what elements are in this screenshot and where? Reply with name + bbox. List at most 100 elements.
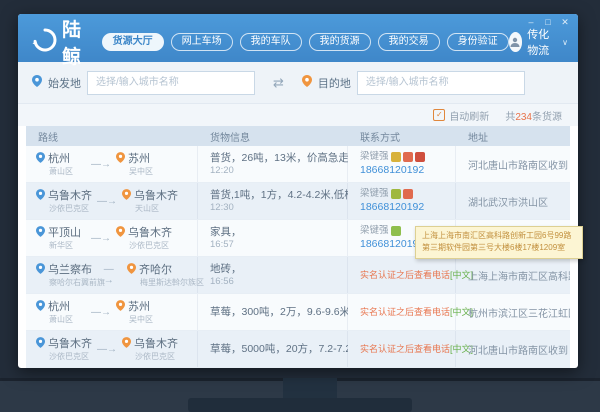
maximize-button[interactable]: □ [541,16,555,29]
destination-place: 齐哈尔梅里斯达斡尔族区 [127,263,197,287]
nav-tab-1[interactable]: 网上车场 [171,33,233,51]
nav-tab-3[interactable]: 我的货源 [309,33,371,51]
destination-city: 乌鲁木齐 [122,189,178,204]
route-cell: 平顶山新华区—→乌鲁木齐沙依巴克区 [26,220,198,256]
cargo-description: 普货，26吨，13米，价高急走， [210,151,348,165]
auth-message: 实名认证之后查看电话 [360,270,450,280]
destination-city-name: 乌鲁木齐 [128,227,172,240]
table-header: 路线 货物信息 联系方式 地址 [26,126,570,146]
table-row[interactable]: 杭州萧山区—→苏州吴中区普货，26吨，13米，价高急走，12:20梁键强1866… [26,146,570,183]
contact-phone[interactable]: 18668120192 [360,200,424,214]
origin-label: 始发地 [48,75,81,91]
route-arrow-icon: —→ [91,159,111,170]
origin-city-name: 杭州 [48,153,70,166]
contact-name: 梁键强 [360,225,401,238]
minimize-button[interactable]: – [524,16,538,29]
origin-district: 察哈尔右翼前旗 [49,278,99,287]
cargo-cell: 普货，26吨，13米，价高急走，12:20 [198,146,348,182]
contact-cell: 实名认证之后查看电话[中文] [348,257,456,293]
origin-district: 新华区 [49,241,86,250]
destination-city: 乌鲁木齐 [116,226,172,241]
table-row[interactable]: 乌鲁木齐沙依巴克区 —→ 乌鲁木齐沙依巴克区 草莓，5000吨，20方，7.2-7.2… [26,331,570,368]
route-arrow-icon: —→ [104,264,122,286]
origin-pin-icon [36,337,45,352]
nav-tab-2[interactable]: 我的车队 [240,33,302,51]
total-count-number: 234 [515,112,532,123]
origin-city-name: 乌兰察布 [48,264,92,277]
table-row[interactable]: 杭州萧山区—→苏州吴中区草莓，300吨，2万，9.6-9.6米，厢车实名认证之后… [26,294,570,331]
cargo-time: 16:57 [210,239,234,252]
auth-message: 实名认证之后查看电话 [360,307,450,317]
cargo-description: 普货,1吨，1方，4.2-4.2米,低栏挂车， [210,188,348,202]
origin-place: 乌鲁木齐沙依巴克区 [36,337,92,361]
destination-city-name: 乌鲁木齐 [134,190,178,203]
cargo-cell: 家具，16:57 [198,220,348,256]
nav-tab-0[interactable]: 货源大厅 [102,33,164,51]
address-cell: 上海上海市南汇区高科路锦科... [456,268,570,283]
monitor-stand-base [188,398,412,412]
route-cell: 杭州萧山区—→苏州吴中区 [26,146,198,182]
cargo-cell: 草莓，300吨，2万，9.6-9.6米，厢车 [198,294,348,330]
address-cell: 河北唐山市路南区收到 [456,342,570,357]
contact-name-text: 梁键强 [360,188,389,201]
origin-city: 乌鲁木齐 [36,337,92,352]
destination-district: 天山区 [135,204,178,213]
certification-badge-icon [391,189,401,199]
swap-icon[interactable]: ⇄ [273,75,284,91]
cargo-cell: 草莓，5000吨，20方，7.2-7.2米，厢车 [198,331,348,367]
origin-pin-icon [32,74,42,92]
contact-cell: 梁键强18668120192 [348,183,456,219]
contact-cell: 实名认证之后查看电话[中文] [348,294,456,330]
destination-pin-icon [116,152,125,167]
table-row[interactable]: 乌兰察布察哈尔右翼前旗—→齐哈尔梅里斯达斡尔族区地砖，16:56实名认证之后查看… [26,257,570,294]
destination-place: 乌鲁木齐天山区 [122,189,178,213]
destination-pin-icon [116,300,125,315]
route-arrow-icon: —→ [91,233,111,244]
origin-place: 杭州萧山区 [36,300,86,324]
contact-name-text: 梁键强 [360,225,389,238]
cargo-description: 草莓，5000吨，20方，7.2-7.2米，厢车 [210,342,348,356]
route-arrow-icon: —→ [97,196,117,207]
certification-badge-icon [403,189,413,199]
cargo-cell: 普货,1吨，1方，4.2-4.2米,低栏挂车，12:30 [198,183,348,219]
app-window: – □ ✕ 陆鲸 货源大厅网上车场我的车队我的货源我的交易身份验证 传化物流 [18,14,578,368]
monitor: – □ ✕ 陆鲸 货源大厅网上车场我的车队我的货源我的交易身份验证 传化物流 [0,0,600,412]
destination-place: 乌鲁木齐沙依巴克区 [122,337,178,361]
search-bar: 始发地 ⇄ 目的地 [18,62,578,104]
table-row[interactable]: 乌鲁木齐沙依巴克区—→乌鲁木齐天山区普货,1吨，1方，4.2-4.2米,低栏挂车… [26,183,570,220]
origin-city: 杭州 [36,300,86,315]
list-meta-row: ✓ 自动刷新 共234条货源 [18,104,578,126]
cargo-description: 家具， [210,225,242,239]
origin-district: 沙依巴克区 [49,352,92,361]
origin-pin-icon [36,189,45,204]
cargo-time: 16:56 [210,276,234,289]
origin-city-name: 乌鲁木齐 [48,338,92,351]
origin-pin-icon [36,263,45,278]
destination-pin-icon [127,263,136,278]
origin-input[interactable] [87,71,255,95]
contact-name: 梁键强 [360,151,425,164]
origin-place: 杭州萧山区 [36,152,86,176]
destination-city: 苏州 [116,152,166,167]
destination-pin-icon [116,226,125,241]
origin-place: 乌鲁木齐沙依巴克区 [36,189,92,213]
destination-city-name: 苏州 [128,301,150,314]
logo-text: 陆鲸 [62,15,86,69]
user-name: 传化物流 [527,26,557,58]
column-route: 路线 [26,129,198,144]
route-arrow-icon: —→ [97,344,117,355]
origin-district: 萧山区 [49,167,86,176]
destination-city: 齐哈尔 [127,263,197,278]
origin-district: 沙依巴克区 [49,204,92,213]
nav-tab-5[interactable]: 身份验证 [447,33,509,51]
main-nav: 货源大厅网上车场我的车队我的货源我的交易身份验证 [102,33,509,51]
destination-input[interactable] [357,71,525,95]
column-cargo-info: 货物信息 [198,129,348,144]
window-controls: – □ ✕ [524,16,572,29]
close-button[interactable]: ✕ [558,16,572,29]
user-menu[interactable]: 传化物流 ∨ [509,26,568,58]
nav-tab-4[interactable]: 我的交易 [378,33,440,51]
chevron-down-icon: ∨ [562,38,568,47]
auto-refresh-checkbox[interactable]: ✓ [433,109,445,121]
contact-phone[interactable]: 18668120192 [360,163,424,177]
